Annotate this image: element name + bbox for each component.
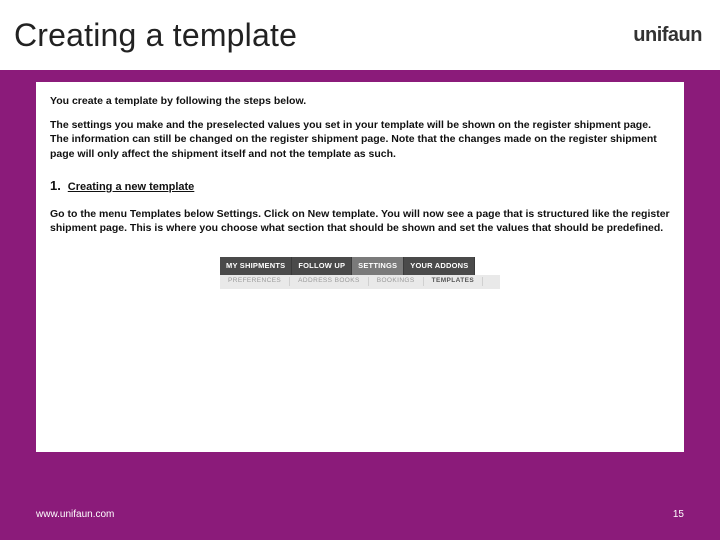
intro-text: You create a template by following the s…	[50, 94, 670, 108]
step-body-text: Go to the menu Templates below Settings.…	[50, 207, 670, 235]
brand-logo: unifaun	[633, 24, 702, 47]
step-heading: 1. Creating a new template	[50, 177, 670, 195]
subtab-bookings[interactable]: BOOKINGS	[369, 277, 424, 286]
explain-text: The settings you make and the preselecte…	[50, 118, 670, 161]
tab-my-shipments[interactable]: MY SHIPMENTS	[220, 257, 292, 275]
footer-page-number: 15	[673, 509, 684, 520]
step-number: 1.	[50, 178, 61, 193]
footer-url: www.unifaun.com	[36, 509, 114, 520]
subtab-preferences[interactable]: PREFERENCES	[220, 277, 290, 286]
content-card: You create a template by following the s…	[36, 82, 684, 452]
sub-tabs: PREFERENCES ADDRESS BOOKS BOOKINGS TEMPL…	[220, 275, 500, 289]
subtab-templates[interactable]: TEMPLATES	[424, 277, 483, 286]
subtab-address-books[interactable]: ADDRESS BOOKS	[290, 277, 369, 286]
main-tabs: MY SHIPMENTS FOLLOW UP SETTINGS YOUR ADD…	[220, 257, 500, 275]
header-bar: Creating a template unifaun	[0, 0, 720, 70]
step-title: Creating a new template	[68, 181, 195, 193]
tab-your-addons[interactable]: YOUR ADDONS	[404, 257, 475, 275]
page-title: Creating a template	[14, 17, 297, 54]
slide: Creating a template unifaun You create a…	[0, 0, 720, 540]
menu-screenshot: MY SHIPMENTS FOLLOW UP SETTINGS YOUR ADD…	[220, 257, 500, 289]
tab-follow-up[interactable]: FOLLOW UP	[292, 257, 352, 275]
tab-settings[interactable]: SETTINGS	[352, 257, 404, 275]
